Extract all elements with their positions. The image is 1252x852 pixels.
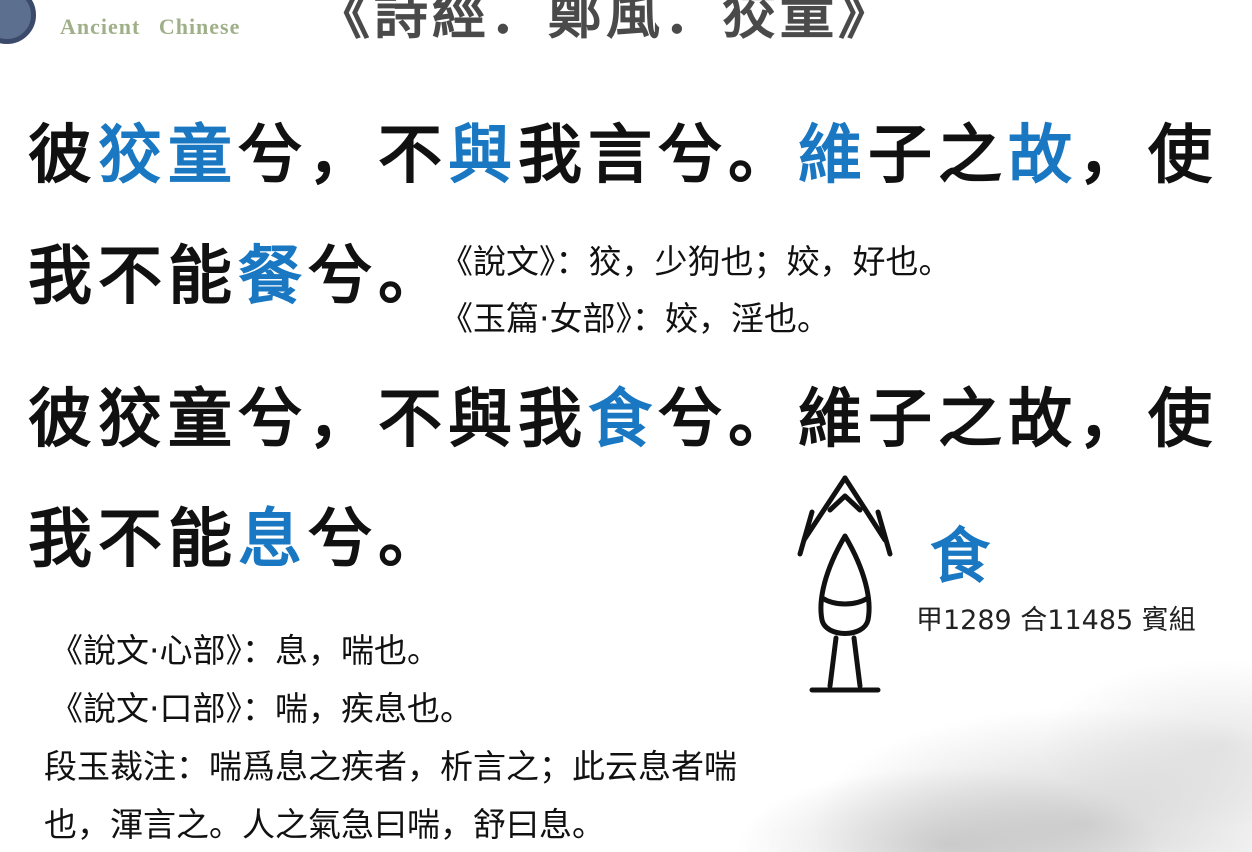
verse-text: 我不能 <box>28 239 238 314</box>
note-shuowen-chuan: 《說文·口部》：喘，疾息也。 <box>50 689 473 728</box>
verse-line-4: 我不能息兮。 <box>28 508 448 572</box>
verse-text: 彼 <box>28 118 98 193</box>
verse-text: 兮。 <box>308 502 448 577</box>
highlighted-text: 維 <box>798 118 868 193</box>
page-title: 《詩經．鄭風．狡童》 <box>316 0 896 46</box>
oracle-bone-shi-glyph <box>797 475 893 693</box>
note-yupian-jiao: 《玉篇·女部》：姣，淫也。 <box>440 299 830 338</box>
note-shuowen-jiao: 《說文》：狡，少狗也；姣，好也。 <box>440 242 952 281</box>
verse-text: 我言兮。 <box>518 118 798 193</box>
glyph-character: 食 <box>930 522 990 592</box>
verse-line-3: 彼狡童兮，不與我食兮。維子之故，使 <box>28 388 1218 452</box>
highlighted-text: 餐 <box>238 239 308 314</box>
highlighted-text: 故 <box>1008 118 1078 193</box>
verse-text: 兮。 <box>308 239 448 314</box>
highlighted-text: 與 <box>448 118 518 193</box>
logo-emblem-icon <box>0 0 36 44</box>
note-duan-commentary-1: 段玉裁注：喘爲息之疾者，析言之；此云息者喘 <box>44 747 737 786</box>
note-shuowen-xi: 《說文·心部》：息，喘也。 <box>50 631 440 670</box>
verse-line-1: 彼狡童兮，不與我言兮。維子之故，使 <box>28 124 1218 188</box>
verse-line-2: 我不能餐兮。 <box>28 245 448 309</box>
verse-text: 我不能 <box>28 502 238 577</box>
highlighted-text: 食 <box>588 382 658 457</box>
verse-text: 子之 <box>868 118 1008 193</box>
verse-text: ，使 <box>1078 118 1218 193</box>
verse-text: 兮，不 <box>238 118 448 193</box>
note-duan-commentary-2: 也，渾言之。人之氣急曰喘，舒曰息。 <box>44 805 605 844</box>
verse-text: 兮。維子之故，使 <box>658 382 1218 457</box>
glyph-source: 甲1289 合11485 賓組 <box>916 605 1196 636</box>
verse-text: 彼狡童兮，不與我 <box>28 382 588 457</box>
highlighted-text: 息 <box>238 502 308 577</box>
logo-text: Ancient Chinese <box>60 14 241 39</box>
highlighted-text: 狡童 <box>98 118 238 193</box>
